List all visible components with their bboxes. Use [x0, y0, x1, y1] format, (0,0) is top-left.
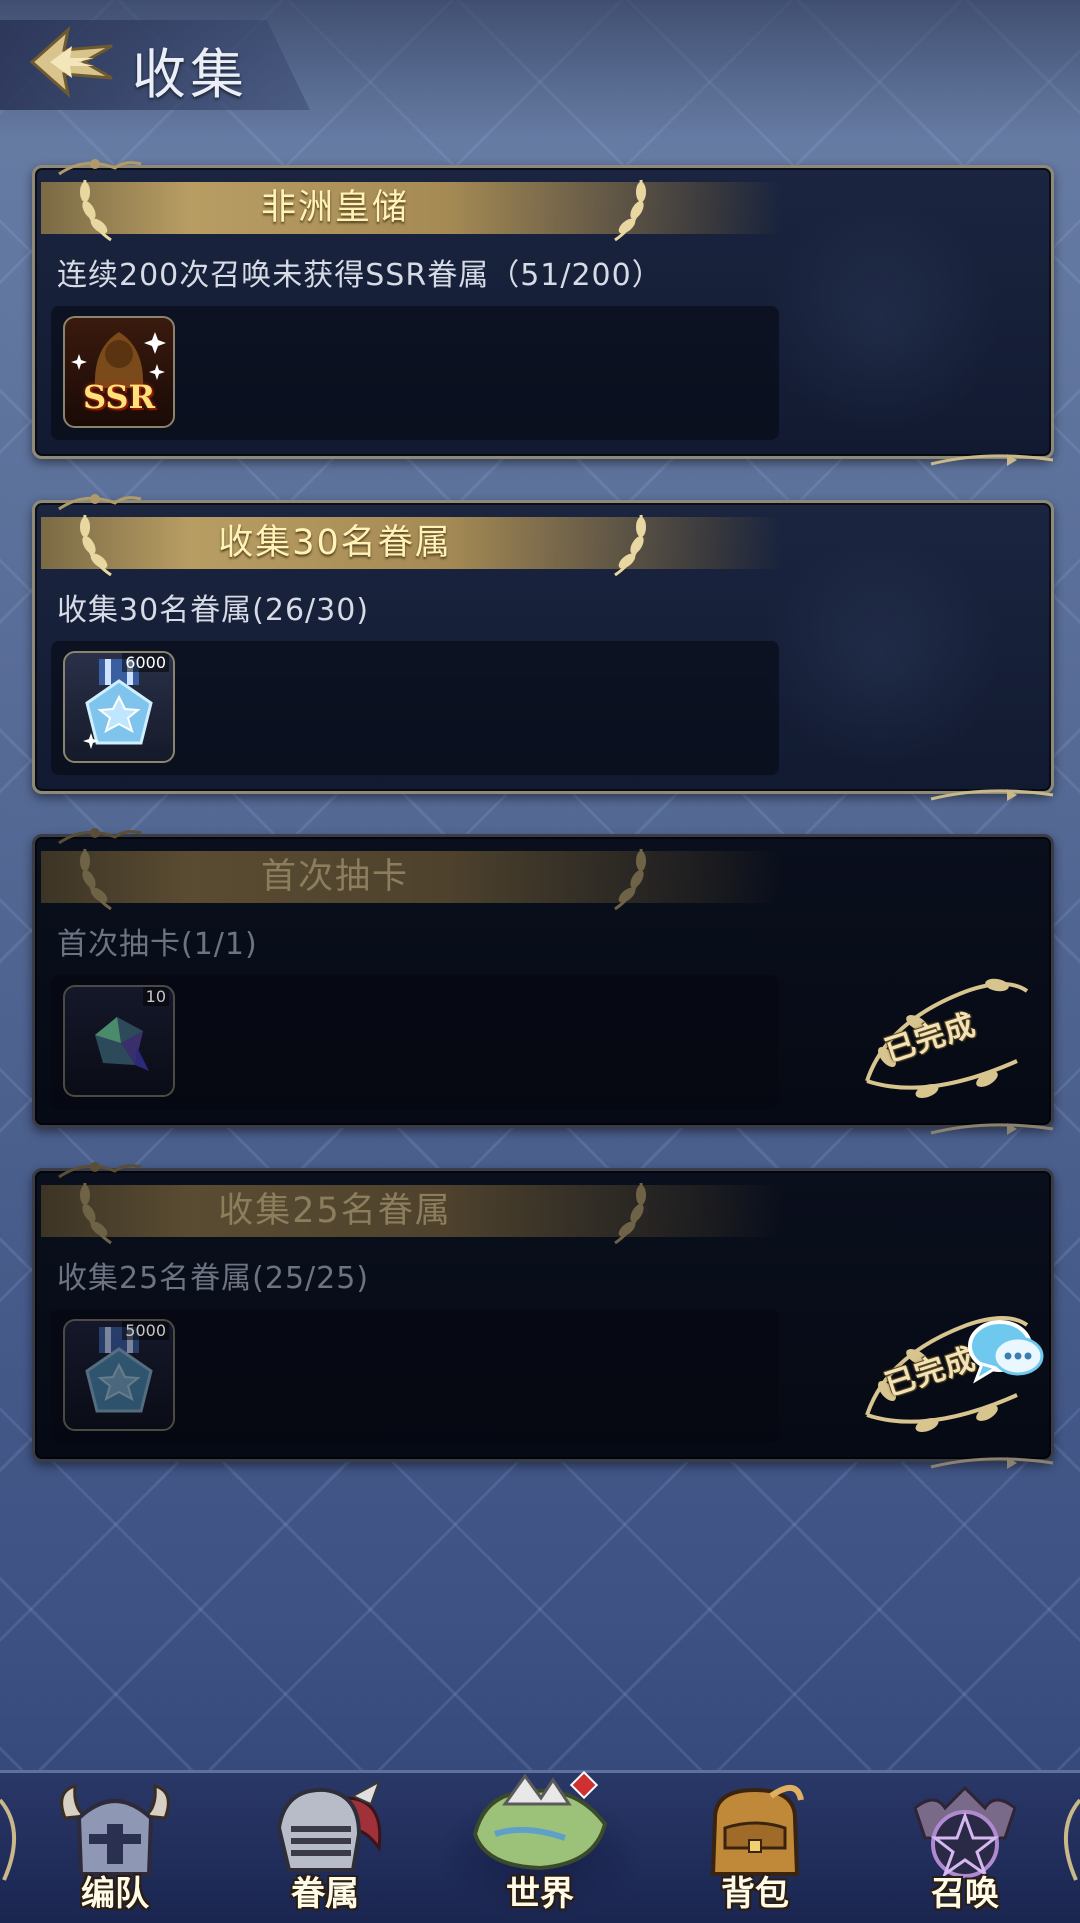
- achievement-card: 收集30名眷属 收集30名眷属(26/30) 6000: [32, 494, 1054, 801]
- reward-slot[interactable]: 6000: [63, 651, 175, 763]
- reward-count: 6000: [122, 653, 169, 672]
- nav-label: 世界: [506, 1874, 574, 1914]
- nav-item-world[interactable]: 世界: [435, 1770, 645, 1920]
- card-description: 收集25名眷属(25/25): [57, 1261, 370, 1296]
- card-title: 首次抽卡: [260, 857, 409, 897]
- back-button[interactable]: [24, 22, 120, 102]
- chat-bubble-icon: [968, 1320, 1044, 1384]
- card-description: 首次抽卡(1/1): [57, 927, 258, 962]
- reward-slot[interactable]: SSR: [63, 316, 175, 428]
- nav-item-retainers[interactable]: 眷属: [240, 1770, 410, 1920]
- back-arrow-icon: [29, 25, 113, 99]
- reward-count: 10: [142, 987, 169, 1006]
- nav-item-team[interactable]: 编队: [30, 1770, 200, 1920]
- corner-ornament-icon: [930, 1457, 1054, 1469]
- reward-count: 5000: [122, 1321, 169, 1340]
- nav-label: 召唤: [931, 1874, 999, 1914]
- header: 收集: [0, 0, 320, 110]
- nav-label: 编队: [81, 1874, 149, 1914]
- card-watermark: [751, 208, 1011, 428]
- reward-slot[interactable]: 5000: [63, 1319, 175, 1431]
- card-title: 非洲皇储: [260, 188, 409, 228]
- nav-label: 背包: [721, 1874, 789, 1914]
- card-description: 连续200次召唤未获得SSR眷属（51/200）: [57, 258, 663, 293]
- achievement-card: 非洲皇储 连续200次召唤未获得SSR眷属（51/200） SSR: [32, 159, 1054, 466]
- corner-ornament-icon: [930, 1123, 1054, 1135]
- nav-label: 眷属: [291, 1874, 359, 1914]
- achievement-card: 收集25名眷属 收集25名眷属(25/25) 5000 已完成: [32, 1162, 1054, 1469]
- nav-ornament-icon: [0, 1798, 16, 1881]
- card-title: 收集25名眷属: [218, 1191, 452, 1231]
- achievement-card: 首次抽卡 首次抽卡(1/1) 10 已完成: [32, 828, 1054, 1135]
- card-title: 收集30名眷属: [218, 523, 452, 563]
- world-map-icon: [472, 1770, 608, 1871]
- nav-ornament-icon: [1064, 1798, 1080, 1881]
- nav-item-summon[interactable]: 召唤: [880, 1770, 1050, 1920]
- reward-slot[interactable]: 10: [63, 985, 175, 1097]
- corner-ornament-icon: [930, 789, 1054, 801]
- card-description: 收集30名眷属(26/30): [57, 593, 370, 628]
- completed-stamp: 已完成: [847, 961, 1037, 1111]
- corner-ornament-icon: [930, 454, 1054, 466]
- page-title: 收集: [132, 43, 248, 106]
- card-watermark: [751, 543, 1011, 763]
- nav-item-backpack[interactable]: 背包: [670, 1770, 840, 1920]
- ssr-label: SSR: [82, 378, 156, 416]
- chat-button[interactable]: [966, 1316, 1046, 1386]
